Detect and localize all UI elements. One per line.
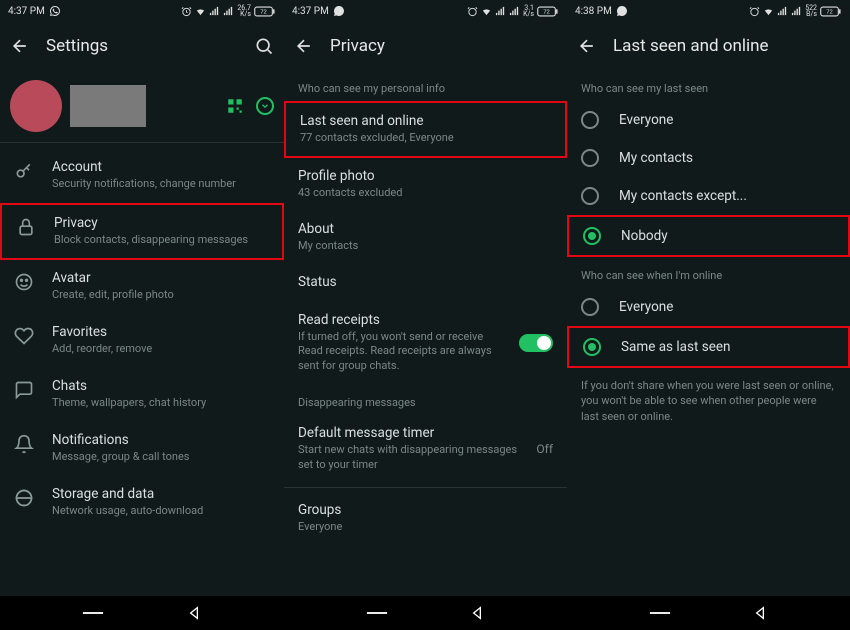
privacy-item-groups[interactable]: Groups Everyone bbox=[284, 492, 567, 545]
privacy-item-receipts[interactable]: Read receipts If turned off, you won't s… bbox=[284, 302, 567, 385]
nav-back-icon[interactable] bbox=[186, 605, 202, 621]
status-time: 4:37 PM bbox=[8, 6, 45, 17]
alarm-icon bbox=[181, 6, 192, 17]
timer-value: Off bbox=[536, 442, 553, 456]
back-icon[interactable] bbox=[294, 36, 314, 56]
radio-same-as-lastseen[interactable]: Same as last seen bbox=[567, 326, 850, 368]
back-icon[interactable] bbox=[577, 36, 597, 56]
status-time: 4:38 PM bbox=[575, 6, 612, 17]
settings-item-notifications[interactable]: NotificationsMessage, group & call tones bbox=[0, 422, 284, 476]
radio-everyone[interactable]: Everyone bbox=[567, 101, 850, 139]
privacy-screen: 4:37 PM 3.1K/s 72 Privacy Who can see my… bbox=[284, 0, 567, 630]
page-title: Last seen and online bbox=[613, 36, 840, 56]
nav-bar bbox=[284, 596, 567, 630]
privacy-item-status[interactable]: Status bbox=[284, 264, 567, 302]
page-title: Settings bbox=[46, 36, 238, 56]
status-bar: 4:37 PM 3.1K/s 72 bbox=[284, 0, 567, 22]
wifi-icon bbox=[195, 6, 206, 17]
lastseen-screen: 4:38 PM 522B/s 72 Last seen and online W… bbox=[567, 0, 850, 630]
app-bar: Privacy bbox=[284, 22, 567, 70]
whatsapp-icon bbox=[616, 5, 628, 17]
app-bar: Settings bbox=[0, 22, 284, 70]
section-header: Disappearing messages bbox=[284, 384, 567, 415]
radio-mycontacts[interactable]: My contacts bbox=[567, 139, 850, 177]
signal-icon bbox=[209, 6, 220, 17]
key-icon bbox=[14, 161, 34, 181]
privacy-item-timer[interactable]: Default message timer Start new chats wi… bbox=[284, 415, 567, 483]
read-receipts-toggle[interactable] bbox=[519, 334, 553, 352]
settings-item-privacy[interactable]: PrivacyBlock contacts, disappearing mess… bbox=[0, 203, 284, 260]
qr-icon[interactable] bbox=[226, 97, 244, 115]
privacy-item-lastseen[interactable]: Last seen and online 77 contacts exclude… bbox=[284, 101, 567, 158]
signal-icon bbox=[509, 6, 520, 17]
settings-item-avatar[interactable]: AvatarCreate, edit, profile photo bbox=[0, 260, 284, 314]
chat-icon bbox=[14, 380, 34, 400]
radio-icon bbox=[581, 149, 599, 167]
nav-recents-icon[interactable] bbox=[82, 607, 104, 619]
status-bar: 4:37 PM 26.7K/s 72 bbox=[0, 0, 284, 22]
svg-text:72: 72 bbox=[260, 9, 267, 15]
profile-row[interactable] bbox=[0, 70, 284, 143]
nav-recents-icon[interactable] bbox=[366, 607, 388, 619]
radio-nobody[interactable]: Nobody bbox=[567, 215, 850, 257]
nav-recents-icon[interactable] bbox=[649, 607, 671, 619]
signal-icon bbox=[223, 6, 234, 17]
privacy-item-about[interactable]: About My contacts bbox=[284, 211, 567, 264]
whatsapp-icon bbox=[49, 5, 61, 17]
network-speed: 26.7K/s bbox=[237, 5, 251, 18]
battery-icon: 72 bbox=[254, 6, 276, 17]
heart-icon bbox=[14, 326, 34, 346]
signal-icon bbox=[495, 6, 506, 17]
wifi-icon bbox=[481, 6, 492, 17]
lock-icon bbox=[16, 217, 36, 237]
settings-screen: 4:37 PM 26.7K/s 72 Settings AccountSe bbox=[0, 0, 284, 630]
alarm-icon bbox=[467, 6, 478, 17]
alarm-icon bbox=[749, 6, 760, 17]
radio-icon bbox=[581, 187, 599, 205]
whatsapp-icon bbox=[333, 5, 345, 17]
divider bbox=[284, 487, 567, 488]
data-icon bbox=[14, 488, 34, 508]
radio-icon bbox=[581, 111, 599, 129]
avatar bbox=[10, 80, 62, 132]
radio-online-everyone[interactable]: Everyone bbox=[567, 288, 850, 326]
status-bar: 4:38 PM 522B/s 72 bbox=[567, 0, 850, 22]
radio-icon bbox=[583, 227, 601, 245]
section-header: Who can see my personal info bbox=[284, 70, 567, 101]
nav-bar bbox=[567, 596, 850, 630]
nav-back-icon[interactable] bbox=[469, 605, 485, 621]
svg-text:72: 72 bbox=[826, 9, 833, 15]
svg-text:72: 72 bbox=[543, 9, 550, 15]
search-icon[interactable] bbox=[254, 36, 274, 56]
signal-icon bbox=[791, 6, 802, 17]
settings-item-chats[interactable]: ChatsTheme, wallpapers, chat history bbox=[0, 368, 284, 422]
section-header: Who can see my last seen bbox=[567, 70, 850, 101]
profile-name-redacted bbox=[70, 85, 146, 127]
bell-icon bbox=[14, 434, 34, 454]
radio-mycontacts-except[interactable]: My contacts except... bbox=[567, 177, 850, 215]
info-note: If you don't share when you were last se… bbox=[567, 368, 850, 434]
wifi-icon bbox=[763, 6, 774, 17]
signal-icon bbox=[777, 6, 788, 17]
page-title: Privacy bbox=[330, 36, 557, 56]
back-icon[interactable] bbox=[10, 36, 30, 56]
privacy-item-photo[interactable]: Profile photo 43 contacts excluded bbox=[284, 158, 567, 211]
add-account-icon[interactable] bbox=[256, 97, 274, 115]
network-speed: 522B/s bbox=[805, 5, 817, 18]
radio-icon bbox=[583, 338, 601, 356]
battery-icon: 72 bbox=[537, 6, 559, 17]
section-header: Who can see when I'm online bbox=[567, 257, 850, 288]
nav-bar bbox=[0, 596, 284, 630]
avatar-icon bbox=[14, 272, 34, 292]
settings-item-favorites[interactable]: FavoritesAdd, reorder, remove bbox=[0, 314, 284, 368]
app-bar: Last seen and online bbox=[567, 22, 850, 70]
settings-item-account[interactable]: AccountSecurity notifications, change nu… bbox=[0, 149, 284, 203]
network-speed: 3.1K/s bbox=[523, 5, 534, 18]
battery-icon: 72 bbox=[820, 6, 842, 17]
status-time: 4:37 PM bbox=[292, 6, 329, 17]
settings-item-storage[interactable]: Storage and dataNetwork usage, auto-down… bbox=[0, 476, 284, 530]
nav-back-icon[interactable] bbox=[752, 605, 768, 621]
radio-icon bbox=[581, 298, 599, 316]
